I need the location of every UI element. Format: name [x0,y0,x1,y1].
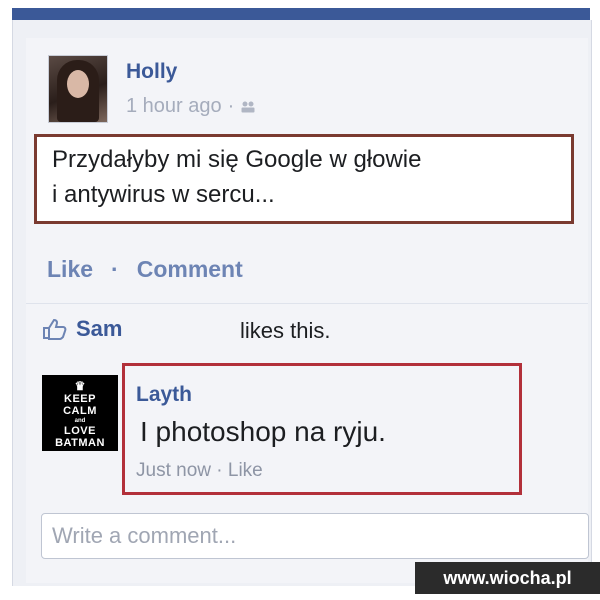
post-meta: 1 hour ago · [126,95,256,118]
comment-meta: Just now · Like [136,460,263,482]
meta-separator: · [227,95,235,117]
post-time[interactable]: 1 hour ago [126,95,222,118]
avatar-face [67,70,89,98]
friends-privacy-icon[interactable] [240,100,256,114]
comment-time[interactable]: Just now [136,460,211,481]
watermark: www.wiocha.pl [415,562,600,594]
avatar-text-5: BATMAN [55,437,105,449]
post-card [26,38,588,583]
post-text-line-2: i antywirus w sercu... [52,181,275,208]
commenter-name[interactable]: Layth [136,383,192,407]
post-text: Przydałyby mi się Google w głowie i anty… [52,142,562,212]
avatar-text-1: KEEP [64,393,96,405]
comment-button[interactable]: Comment [137,256,243,283]
like-button[interactable]: Like [47,256,93,283]
actions-separator: · [111,256,119,282]
liker-name[interactable]: Sam [76,316,122,342]
likes-text: likes this. [240,318,331,343]
avatar-text-2: CALM [63,405,97,417]
author-avatar[interactable] [48,55,108,123]
comment-like-link[interactable]: Like [228,460,263,481]
thumbs-up-icon [43,318,67,340]
post-author-name[interactable]: Holly [126,60,177,84]
avatar-text-4: LOVE [64,425,96,437]
crown-icon: ♛ [74,379,86,393]
write-comment-input[interactable] [41,513,589,559]
comment-meta-separator: · [216,460,223,481]
avatar-text-3: and [74,418,86,424]
comment-text: I photoshop na ryju. [140,416,386,447]
post-text-line-1: Przydałyby mi się Google w głowie [52,146,422,173]
divider [26,303,588,304]
top-bar [12,8,590,20]
post-actions: Like · Comment [47,256,243,283]
commenter-avatar[interactable]: ♛ KEEP CALM and LOVE BATMAN [42,375,118,451]
